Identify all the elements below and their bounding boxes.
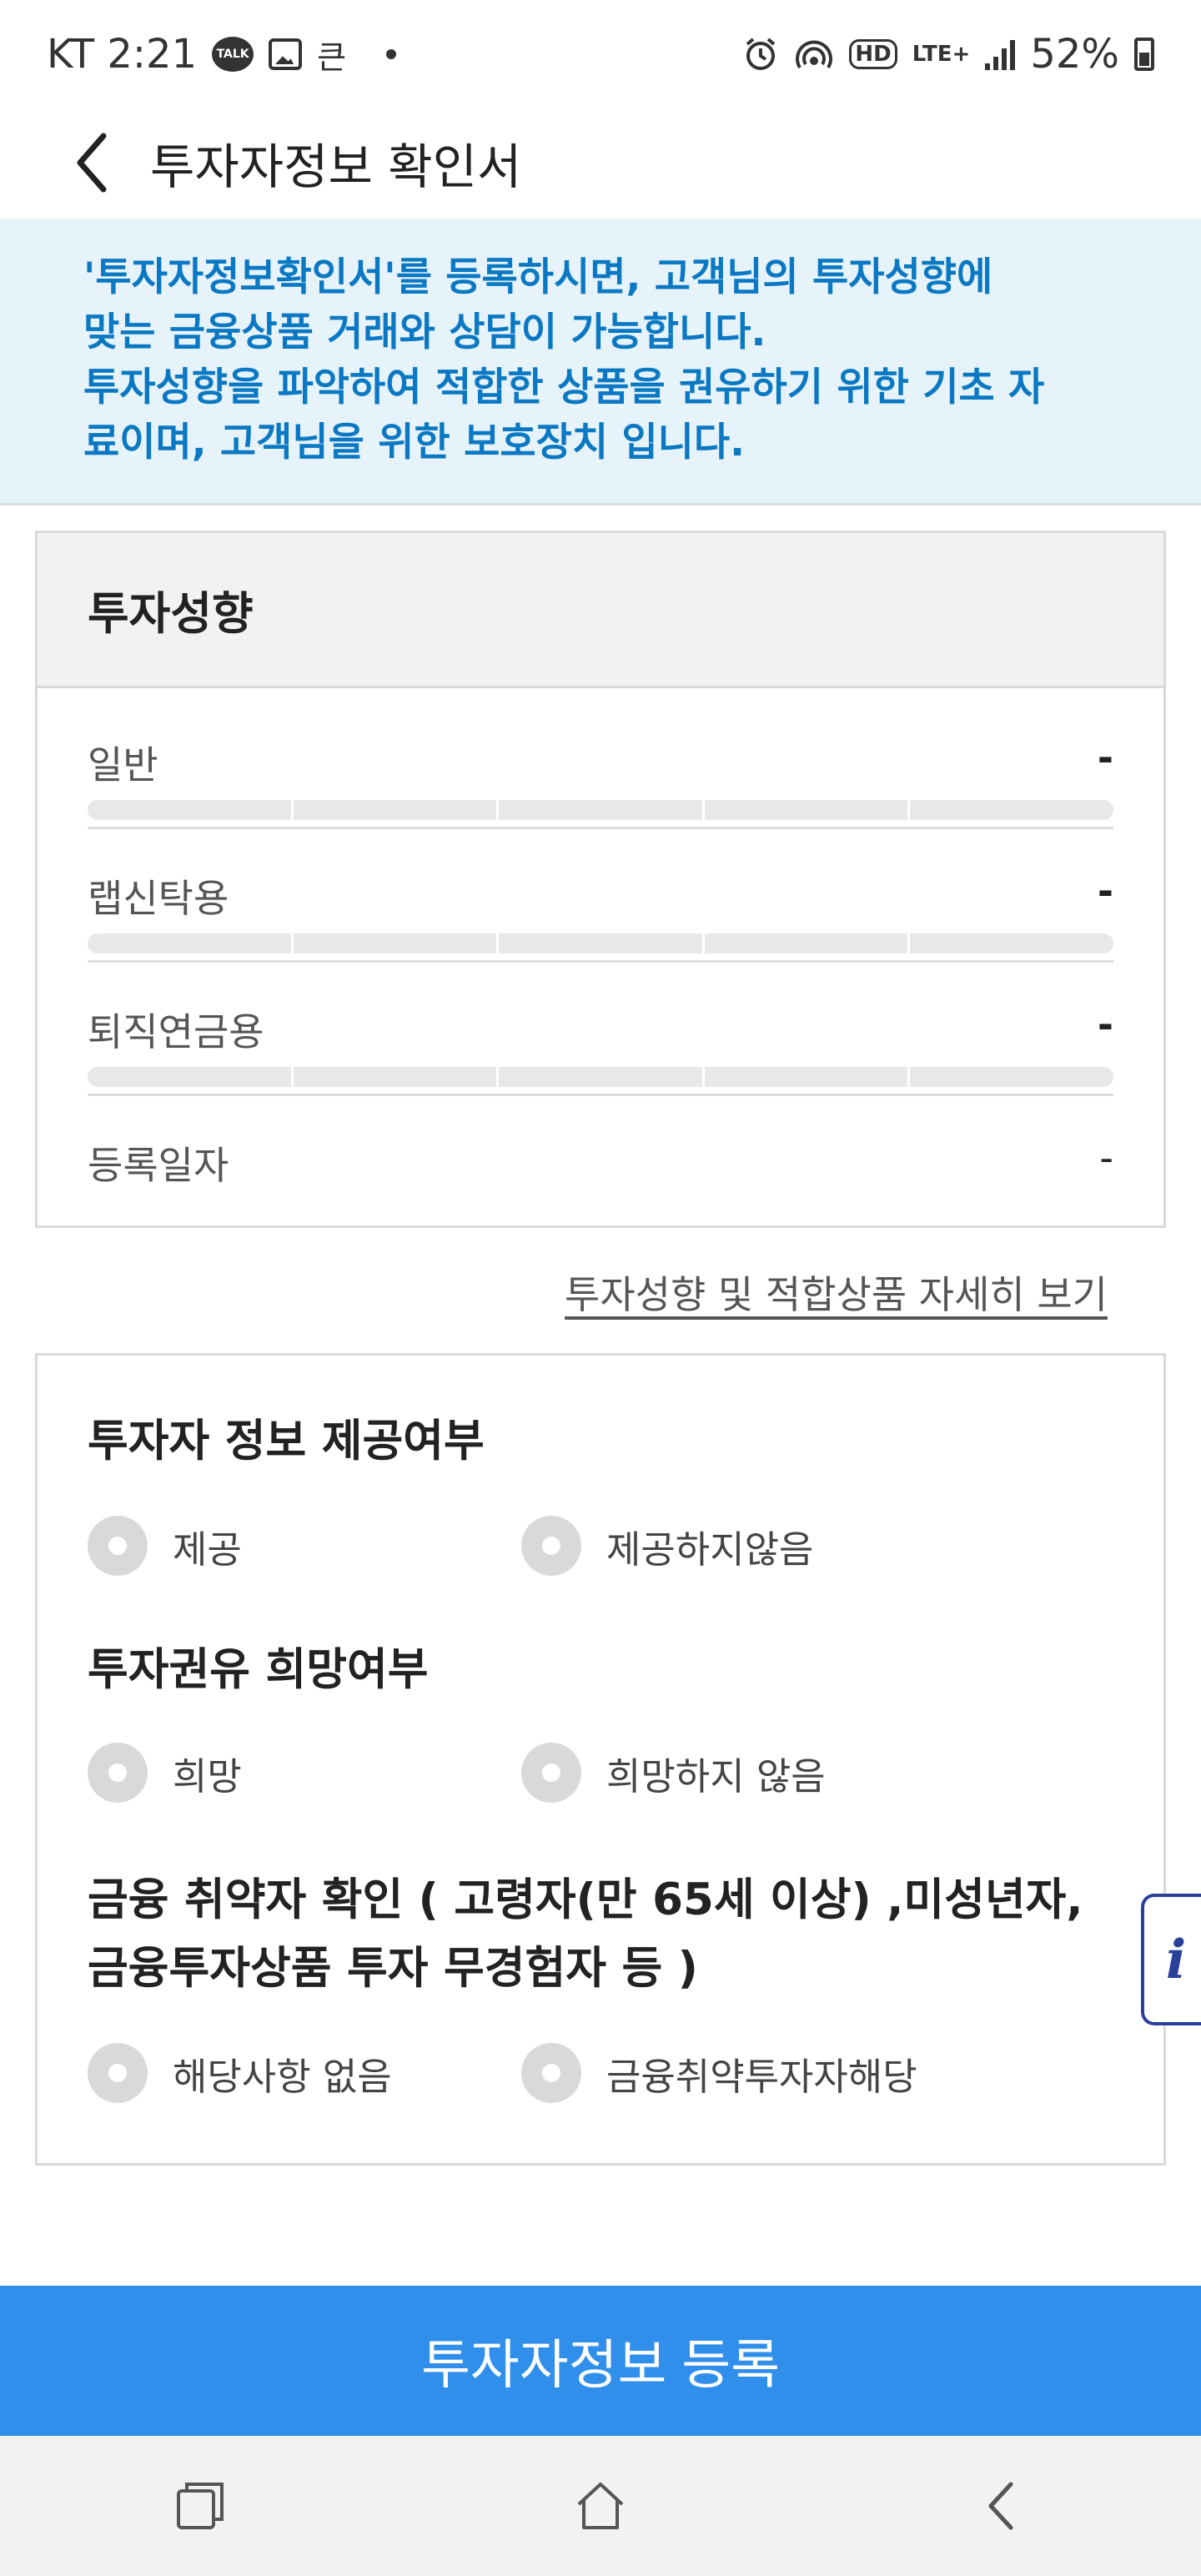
tendency-row-wrap-trust: 랩신탁용 - xyxy=(88,868,1113,969)
option-label: 금융취약투자자해당 xyxy=(606,2054,917,2099)
radio-button[interactable] xyxy=(521,1516,581,1576)
status-bar-left: KT 2:21 TALK 큰 xyxy=(47,31,397,78)
registration-date-row: 등록일자 - xyxy=(88,1135,1113,1235)
divider xyxy=(88,1094,1113,1096)
back-button[interactable] xyxy=(67,129,117,196)
recent-apps-icon xyxy=(177,2483,224,2529)
register-investor-info-button[interactable]: 투자자정보 등록 xyxy=(0,2286,1201,2436)
alarm-icon xyxy=(746,38,776,70)
option-label: 제공하지않음 xyxy=(606,1527,814,1572)
tendency-level-bar xyxy=(88,1067,1113,1087)
notice-banner: '투자자정보확인서'를 등록하시면, 고객님의 투자성향에 맞는 금융상품 거래… xyxy=(0,219,1201,506)
radio-button[interactable] xyxy=(88,2043,148,2103)
provide-info-title: 투자자 정보 제공여부 xyxy=(88,1416,485,1467)
hd-icon: HD xyxy=(849,39,897,69)
provide-option-yes[interactable]: 제공 xyxy=(88,1516,242,1576)
status-bar-right: HD LTE+ 52% xyxy=(742,31,1154,78)
app-header: 투자자정보 확인서 xyxy=(0,108,1201,217)
lte-icon: LTE+ xyxy=(912,42,971,67)
solicit-option-no[interactable]: 희망하지 않음 xyxy=(521,1743,826,1803)
tendency-value: - xyxy=(1097,868,1113,913)
kakaotalk-icon: TALK xyxy=(212,37,254,72)
tendency-row-pension: 퇴직연금용 - xyxy=(88,1002,1113,1102)
battery-icon xyxy=(1134,38,1154,71)
tendency-label: 퇴직연금용 xyxy=(88,1009,264,1054)
option-label: 제공 xyxy=(173,1527,242,1572)
solicit-title: 투자권유 희망여부 xyxy=(88,1644,429,1695)
more-notifications-dot xyxy=(386,49,397,59)
back-arrow-icon xyxy=(77,133,107,193)
vulnerable-title-line1: 금융 취약자 확인 ( 고령자(만 65세 이상) ,미성년자, xyxy=(88,1874,1083,1925)
divider xyxy=(88,960,1113,963)
divider xyxy=(88,827,1113,829)
investor-info-card: 투자자 정보 제공여부 제공 제공하지않음 투자권유 희망여부 희망 희망하지 … xyxy=(35,1353,1166,2166)
registration-date-label: 등록일자 xyxy=(88,1143,229,1188)
page-title: 투자자정보 확인서 xyxy=(150,138,522,195)
radio-button[interactable] xyxy=(88,1516,148,1576)
tendency-level-bar xyxy=(88,800,1113,820)
home-icon xyxy=(577,2483,624,2529)
nav-back-button[interactable] xyxy=(951,2456,1051,2556)
hotspot-icon xyxy=(796,40,833,69)
tendency-value: - xyxy=(1097,1002,1113,1047)
tendency-title: 투자성향 xyxy=(38,533,1163,688)
vulnerable-option-none[interactable]: 해당사항 없음 xyxy=(88,2043,392,2103)
registration-date-value: - xyxy=(1099,1135,1113,1180)
radio-button[interactable] xyxy=(88,1743,148,1803)
nav-back-icon xyxy=(988,2482,1013,2530)
provide-option-no[interactable]: 제공하지않음 xyxy=(521,1516,813,1576)
info-floating-button[interactable]: i xyxy=(1141,1894,1201,2025)
tendency-row-general: 일반 - xyxy=(88,735,1113,835)
signal-icon xyxy=(985,38,1016,70)
option-label: 해당사항 없음 xyxy=(173,2054,392,2099)
status-bar: KT 2:21 TALK 큰 HD LTE+ 52% xyxy=(0,0,1201,108)
radio-button[interactable] xyxy=(521,2043,581,2103)
notification-glyph: 큰 xyxy=(317,38,347,76)
investment-tendency-card: 투자성향 일반 - 랩신탁용 - 퇴직연금용 - 등록일자 - xyxy=(35,531,1166,1228)
tendency-label: 랩신탁용 xyxy=(88,876,229,921)
gallery-icon xyxy=(269,38,303,70)
tendency-value: - xyxy=(1097,735,1113,780)
option-label: 희망 xyxy=(173,1753,242,1799)
radio-button[interactable] xyxy=(521,1743,581,1803)
vulnerable-title-line2: 금융투자상품 투자 무경험자 등 ) xyxy=(88,1943,698,1994)
notice-line: 투자성향을 파악하여 적합한 상품을 권유하기 위한 기초 자 xyxy=(83,365,1045,410)
detail-link[interactable]: 투자성향 및 적합상품 자세히 보기 xyxy=(565,1265,1108,1320)
notice-line: '투자자정보확인서'를 등록하시면, 고객님의 투자성향에 xyxy=(83,254,993,300)
tendency-label: 일반 xyxy=(88,742,158,787)
vulnerable-option-applicable[interactable]: 금융취약투자자해당 xyxy=(521,2043,917,2103)
tendency-level-bar xyxy=(88,933,1113,953)
recent-apps-button[interactable] xyxy=(150,2456,250,2556)
home-button[interactable] xyxy=(550,2456,651,2556)
system-nav-bar xyxy=(0,2436,1201,2576)
notice-line: 료이며, 고객님을 위한 보호장치 입니다. xyxy=(83,420,745,465)
battery-percent: 52% xyxy=(1030,31,1119,78)
notice-line: 맞는 금융상품 거래와 상담이 가능합니다. xyxy=(83,309,766,355)
solicit-option-yes[interactable]: 희망 xyxy=(88,1743,242,1803)
option-label: 희망하지 않음 xyxy=(606,1753,826,1799)
carrier-time: KT 2:21 xyxy=(47,31,198,78)
